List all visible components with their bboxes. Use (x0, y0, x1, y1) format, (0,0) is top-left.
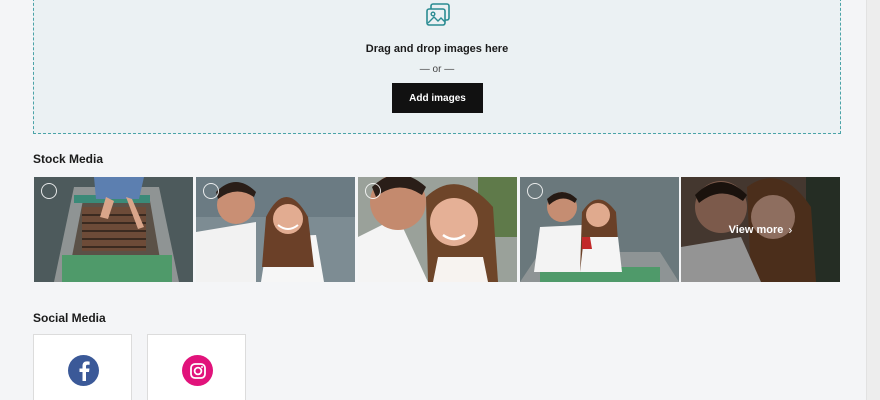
view-more-tile[interactable]: View more › (681, 177, 840, 282)
image-dropzone[interactable]: Drag and drop images here — or — Add ima… (33, 0, 841, 134)
stock-image-couple-closeup[interactable] (358, 177, 517, 282)
facebook-icon (68, 355, 99, 386)
select-circle-icon[interactable] (203, 183, 219, 199)
stock-media-strip: View more › (34, 177, 840, 282)
view-more-overlay: View more › (681, 177, 840, 282)
view-more-label: View more (728, 223, 784, 236)
stock-image-couple-kissing-boat[interactable] (520, 177, 679, 282)
instagram-icon (182, 355, 213, 386)
image-upload-icon (426, 3, 450, 26)
add-images-button[interactable]: Add images (392, 83, 483, 113)
social-media-title: Social Media (33, 311, 106, 325)
select-circle-icon[interactable] (527, 183, 543, 199)
instagram-card[interactable] (147, 334, 246, 400)
stock-image-rowboat-feet[interactable] (34, 177, 193, 282)
stock-image-couple-smiling[interactable] (196, 177, 355, 282)
dropzone-or-divider: — or — (419, 64, 455, 75)
scrollbar[interactable] (866, 0, 880, 400)
select-circle-icon[interactable] (41, 183, 57, 199)
stock-media-title: Stock Media (33, 152, 104, 166)
select-circle-icon[interactable] (365, 183, 381, 199)
chevron-right-icon: › (788, 222, 793, 237)
dropzone-title: Drag and drop images here (365, 43, 509, 55)
facebook-card[interactable] (33, 334, 132, 400)
